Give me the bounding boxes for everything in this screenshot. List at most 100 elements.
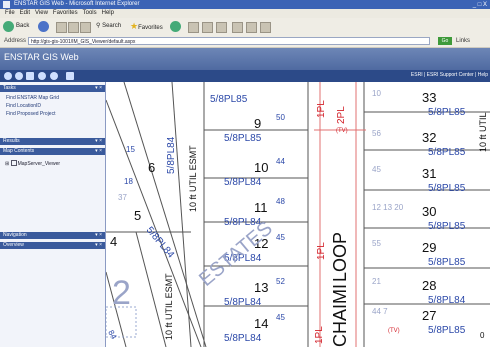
lot-number: 29 [422,240,436,255]
lot-number: 5 [134,208,141,223]
lot-dimension: 52 [276,277,285,286]
lot-dimension: 15 [126,145,135,154]
lot-dimension: 44 [276,157,285,166]
layer-checkbox[interactable] [10,160,17,166]
menu-item-edit[interactable]: Edit [20,10,30,16]
history-icon[interactable] [188,22,199,33]
lot-code: 5/8PL84 [224,333,262,344]
lot-code: 5/8PL85 [224,133,262,144]
lot-dimension: 45 [372,165,381,174]
tasks-panel-header[interactable]: Tasks ▾ × [0,85,105,92]
task-find-proposed-project[interactable]: Find Proposed Project [6,111,55,117]
lot-code: 5/8PL85 [210,94,248,105]
menu-bar: File Edit View Favorites Tools Help [0,9,490,18]
app-banner: ENSTAR GIS Web [0,48,490,70]
lot-code: 5/8PL85 [428,221,466,232]
lot-number: 13 [254,280,268,295]
address-input[interactable]: http://gis-gis-1001/IM_GIS_Viewer/defaul… [28,37,430,45]
lot-number: 14 [254,316,268,331]
refresh-icon[interactable] [68,22,79,33]
lot-number: 10 [254,160,268,175]
task-find-location-id[interactable]: Find LocationID [6,103,41,109]
panel-controls[interactable]: ▾ × [95,85,102,92]
lot-dimension: 37 [118,193,127,202]
lot-number: 9 [254,116,261,131]
lot-code: 5/8PL84 [428,295,466,306]
results-panel-header[interactable]: Results ▾ × [0,138,105,145]
go-button[interactable]: Go [438,37,452,45]
menu-item-tools[interactable]: Tools [83,10,97,16]
folder-icon[interactable] [246,22,257,33]
print-icon[interactable] [216,22,227,33]
pl-label: 1PL [316,100,327,118]
print-map-icon[interactable] [66,72,74,80]
lot-dimension: 45 [276,313,285,322]
menu-item-help[interactable]: Help [102,10,114,16]
stop-icon[interactable] [56,22,67,33]
lot-number: 6 [148,160,155,175]
lot-code: 5/8PL85 [428,257,466,268]
identify-icon[interactable] [38,72,46,80]
browser-icon [3,1,10,8]
pl-label: 1PL [316,242,327,260]
lot-number: 4 [110,234,117,249]
menu-item-view[interactable]: View [35,10,48,16]
window-title-bar: ENSTAR GIS Web - Microsoft Internet Expl… [0,0,490,9]
map-contents-panel-header[interactable]: Map Contents ▾ × [0,148,105,155]
lot-code: 5/8PL85 [428,325,466,336]
menu-item-favorites[interactable]: Favorites [53,10,78,16]
lot-dimension: 10 [372,89,381,98]
window-controls[interactable]: _ □ X [473,1,487,9]
links-button[interactable]: Links [456,38,470,44]
map-view[interactable]: 9 5/8PL85 50 10 5/8PL84 44 11 5/8PL84 48 12 5/8PL8… [106,82,490,347]
edit-icon[interactable] [232,22,243,33]
zoom-in-icon[interactable] [4,72,12,80]
lot-number: 30 [422,204,436,219]
back-button[interactable]: Back [3,21,29,32]
lot-dimension: 48 [276,197,285,206]
toc-layer-item[interactable]: ⊞ MapServer_Viewer [5,160,60,167]
menu-item-file[interactable]: File [5,10,15,16]
lot-dimension: 18 [124,177,133,186]
header-links[interactable]: ESRI | ESRI Support Center | Help [411,72,488,78]
lot-code: 5/8PL85 [428,147,466,158]
lot-code: 5/8PL84 [224,297,262,308]
measure-icon[interactable] [50,72,58,80]
lot-dimension: 55 [372,239,381,248]
lot-dimension: 12 13 20 [372,203,404,212]
search-button[interactable]: ⚲ Search [96,21,121,32]
task-find-map-grid[interactable]: Find ENSTAR Map Grid [6,95,59,101]
media-icon [170,21,181,32]
lot-dimension: 50 [276,113,285,122]
forward-button[interactable] [38,21,51,32]
window-title: ENSTAR GIS Web - Microsoft Internet Expl… [14,1,140,7]
lot-code: 5/8PL85 [428,183,466,194]
media-button[interactable] [170,21,183,32]
lot-code: 5/8PL84 [144,225,177,261]
overview-panel-header[interactable]: Overview ▾ × [0,242,105,249]
mail-icon[interactable] [202,22,213,33]
app-title: ENSTAR GIS Web [4,52,79,62]
tv-label: (TV) [388,328,400,334]
lot-dimension: 21 [372,277,381,286]
parcel-map[interactable]: 95/8PL8550105/8PL8444115/8PL8448125/8PL8… [106,82,490,347]
lot-number: 33 [422,90,436,105]
lot-number-large: 2 [112,274,131,312]
navigation-panel-header[interactable]: Navigation ▾ × [0,232,105,239]
lot-dimension: 45 [276,233,285,242]
home-icon[interactable] [80,22,91,33]
favorites-button[interactable]: ★Favorites [130,21,163,32]
easement-label: 10 ft UTIL [478,112,488,152]
address-label: Address [4,38,27,44]
browser-toolbar: Back ⚲ Search ★Favorites [0,18,490,36]
forward-icon [38,21,49,32]
star-icon: ★ [130,21,139,31]
pan-icon[interactable] [26,72,34,80]
lot-number: 28 [422,278,436,293]
lot-code: 5/8PL85 [428,107,466,118]
lot-number: 11 [254,200,268,215]
lot-number: 27 [422,308,436,323]
zoom-out-icon[interactable] [15,72,23,80]
messenger-icon[interactable] [260,22,271,33]
expand-icon[interactable]: ⊞ [5,161,9,167]
